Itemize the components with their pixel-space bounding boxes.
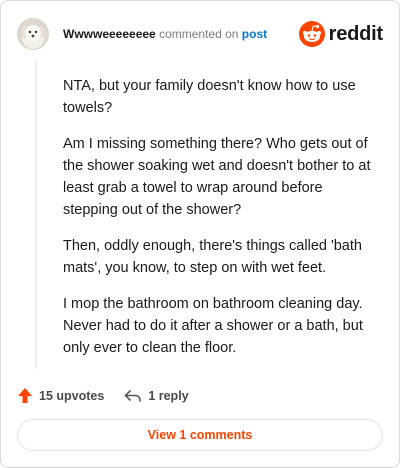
upvote-count: 15 upvotes [39,388,105,403]
comment-body: NTA, but your family doesn't know how to… [63,75,379,373]
reddit-snoo-icon [298,21,325,47]
upvote-button[interactable]: 15 upvotes [17,387,104,404]
comment-header: Wwwweeeeeeee commented on post [63,27,267,41]
comment-paragraph: NTA, but your family doesn't know how to… [63,78,356,116]
reply-count: 1 reply [148,388,189,403]
comment-card: Wwwweeeeeeee commented on post reddit NT… [0,0,400,468]
comment-footer: 15 upvotes 1 reply [17,387,209,404]
post-link[interactable]: post [242,27,267,41]
comment-action: commented on [159,27,239,41]
comment-paragraph: Am I missing something there? Who gets o… [63,136,371,218]
reddit-wordmark: reddit [328,22,384,45]
dog-avatar-icon [17,18,49,50]
reddit-logo[interactable]: reddit [298,21,384,47]
username[interactable]: Wwwweeeeeeee [63,27,156,41]
comment-paragraph: Then, oddly enough, there's things calle… [63,238,362,276]
reply-arrow-icon [125,389,142,402]
upvote-arrow-icon [18,388,32,403]
reply-button[interactable]: 1 reply [124,388,189,403]
thread-line [35,59,37,369]
view-comments-button[interactable]: View 1 comments [17,419,383,451]
user-avatar[interactable] [17,18,49,50]
comment-paragraph: I mop the bathroom on bathroom cleaning … [63,296,363,356]
